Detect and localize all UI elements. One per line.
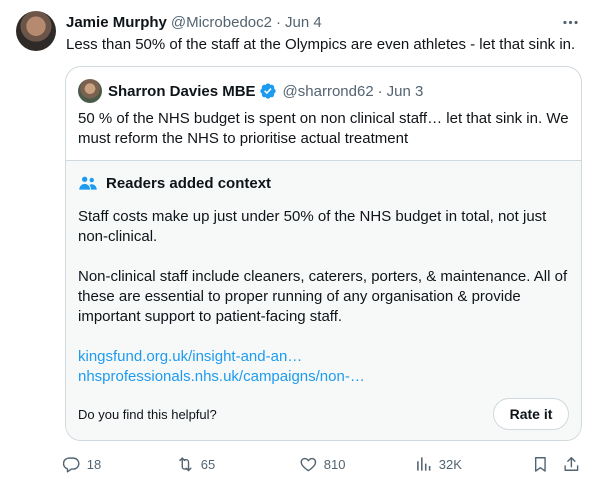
author-avatar[interactable] [16, 11, 56, 51]
retweet-button[interactable]: 65 [176, 452, 215, 476]
community-note-header: Readers added context [78, 173, 271, 193]
views-button[interactable]: 32K [414, 452, 462, 476]
analytics-icon [417, 456, 431, 471]
share-button[interactable] [562, 452, 587, 476]
tweet-header: Jamie Murphy @Microbedoc2 · Jun 4 [66, 12, 582, 32]
share-icon [564, 456, 579, 471]
retweet-count: 65 [200, 456, 216, 472]
quoted-author-name: Sharron Davies MBE [108, 82, 256, 100]
quoted-tweet[interactable]: Sharron Davies MBE @sharrond62 · Jun 3 5… [65, 66, 582, 441]
people-icon [79, 176, 97, 190]
tweet-text: Less than 50% of the staff at the Olympi… [66, 36, 576, 53]
context-link-nhsprofessionals[interactable]: nhsprofessionals.nhs.uk/campaigns/non-… [78, 368, 365, 385]
author-handle[interactable]: @Microbedoc2 [171, 14, 272, 31]
reply-button[interactable]: 18 [62, 452, 101, 476]
separator: · [275, 13, 281, 31]
like-count: 810 [323, 456, 346, 472]
heart-icon [300, 457, 317, 471]
tweet-actions: 18 65 810 32K [62, 452, 590, 476]
helpful-prompt: Do you find this helpful? [78, 407, 217, 422]
context-paragraph-1: Staff costs make up just under 50% of th… [78, 208, 547, 245]
community-note-heading: Readers added context [106, 174, 272, 192]
reply-count: 18 [86, 456, 102, 472]
retweet-icon [179, 457, 192, 471]
context-link-kingsfund[interactable]: kingsfund.org.uk/insight-and-an… [78, 348, 302, 365]
quoted-date: Jun 3 [386, 82, 424, 100]
like-button[interactable]: 810 [299, 452, 345, 476]
quoted-header: Sharron Davies MBE @sharrond62 · Jun 3 [108, 79, 423, 103]
context-paragraph-2: Non-clinical staff include cleaners, cat… [78, 268, 568, 325]
author-name[interactable]: Jamie Murphy [66, 14, 167, 31]
verified-badge-icon [259, 83, 276, 99]
community-note: Readers added context Staff costs make u… [66, 160, 581, 440]
more-horizontal-icon [562, 20, 578, 24]
quoted-text: 50 % of the NHS budget is spent on non c… [78, 110, 569, 147]
quoted-separator: · [377, 82, 383, 100]
quoted-author-avatar[interactable] [78, 79, 102, 103]
more-icon[interactable] [558, 10, 582, 34]
bookmark-icon [534, 456, 546, 472]
quoted-author-handle: @sharrond62 [282, 82, 374, 100]
bookmark-button[interactable] [531, 452, 556, 476]
view-count: 32K [438, 456, 462, 472]
rate-it-button[interactable]: Rate it [493, 398, 569, 430]
reply-icon [62, 457, 80, 473]
tweet-date[interactable]: Jun 4 [285, 14, 322, 31]
